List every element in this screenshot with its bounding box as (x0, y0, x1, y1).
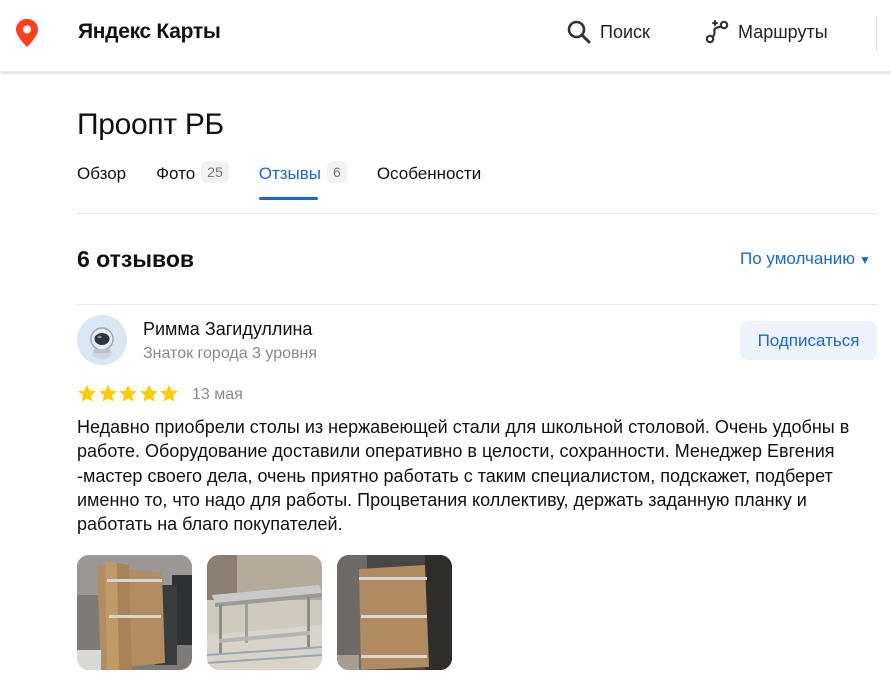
review-text: Недавно приобрели столы из нержавеющей с… (77, 417, 850, 535)
tab-overview[interactable]: Обзор (77, 164, 126, 204)
tab-photos[interactable]: Фото 25 (156, 161, 229, 204)
photo-wrapped-box (337, 555, 452, 670)
tab-photos-label: Фото (156, 164, 196, 183)
tab-overview-label: Обзор (77, 164, 127, 183)
review-photo[interactable] (207, 555, 322, 670)
star-icon (160, 384, 178, 402)
sort-label: По умолчанию (740, 249, 855, 268)
brand-title[interactable]: Яндекс Карты (78, 20, 221, 44)
star-icon (98, 384, 117, 402)
photo-cardboard-boxes (77, 555, 192, 670)
tab-photos-count: 25 (201, 161, 229, 183)
place-tabs: Обзор Фото 25 Отзывы 6 Особенности (77, 161, 511, 204)
review-author-level: Знаток города 3 уровня (143, 345, 318, 362)
chevron-down-icon: ▼ (858, 253, 871, 267)
review-photos (77, 555, 467, 670)
star-icon (139, 384, 158, 402)
reviews-divider (77, 304, 877, 305)
avatar[interactable] (77, 315, 127, 365)
tab-reviews-label: Отзывы (258, 164, 322, 183)
search-button[interactable]: Поиск (566, 17, 650, 47)
sort-dropdown[interactable]: По умолчанию ▼ (740, 249, 871, 269)
tab-reviews[interactable]: Отзывы 6 (258, 161, 347, 204)
astronaut-avatar-icon (77, 315, 127, 365)
search-icon (567, 20, 591, 44)
reviews-count-heading: 6 отзывов (77, 246, 195, 272)
tabs-divider (77, 213, 877, 214)
review-author-name[interactable]: Римма Загидуллина (143, 319, 312, 340)
tab-reviews-count: 6 (327, 161, 347, 183)
routes-button[interactable]: Маршруты (704, 17, 828, 47)
routes-label: Маршруты (738, 21, 828, 42)
map-pin-logo-icon[interactable] (14, 18, 40, 48)
tab-features[interactable]: Особенности (377, 164, 481, 204)
rating-stars (77, 384, 180, 403)
top-bar: Яндекс Карты Поиск Маршруты (0, 0, 891, 72)
header-divider (876, 16, 877, 50)
review-photo[interactable] (337, 555, 452, 670)
tab-features-label: Особенности (376, 164, 482, 183)
photo-steel-table (207, 555, 322, 670)
place-title: Проопт РБ (77, 108, 224, 141)
subscribe-button[interactable]: Подписаться (740, 321, 877, 360)
review-photo[interactable] (77, 555, 192, 670)
route-icon (705, 20, 729, 44)
star-icon (119, 384, 137, 402)
review-date: 13 мая (192, 386, 243, 403)
search-label: Поиск (600, 21, 650, 42)
star-icon (78, 384, 96, 402)
